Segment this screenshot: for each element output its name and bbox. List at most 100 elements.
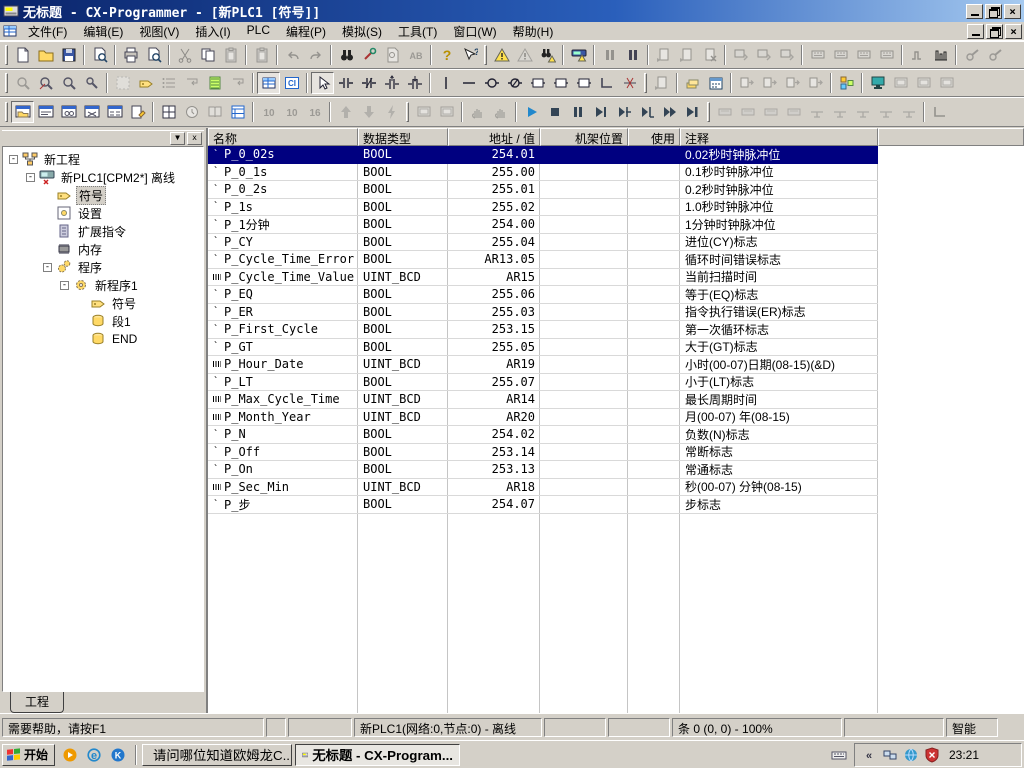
monitor-window-a-button[interactable] bbox=[889, 72, 912, 94]
column-header-3[interactable]: 地址 / 值 bbox=[448, 128, 540, 146]
plc-error-log-button[interactable] bbox=[567, 44, 590, 66]
io-comment-view-button[interactable] bbox=[180, 101, 203, 123]
find-button[interactable] bbox=[335, 44, 358, 66]
menu-insert[interactable]: 插入(I) bbox=[187, 21, 238, 42]
symbol-row-P_Cycle_Time_Error[interactable]: `P_Cycle_Time_ErrorBOOLAR13.05循环时间错误标志 bbox=[208, 251, 878, 269]
contact-no-button[interactable] bbox=[334, 72, 357, 94]
address-ref-window-button[interactable] bbox=[103, 101, 126, 123]
tree-item-plc[interactable]: -新PLC1[CPM2*] 离线 bbox=[3, 168, 203, 186]
coil-button[interactable] bbox=[480, 72, 503, 94]
compare-with-plc-button[interactable] bbox=[781, 72, 804, 94]
split-window-button[interactable] bbox=[157, 101, 180, 123]
tree-item-memory[interactable]: 内存 bbox=[3, 240, 203, 258]
task-button-cx-task[interactable]: 无标题 - CX-Program... bbox=[295, 744, 460, 766]
symbol-row-P_0_02s[interactable]: `P_0_02sBOOL254.010.02秒时钟脉冲位 bbox=[208, 146, 878, 164]
tree-item-section1[interactable]: 段1 bbox=[3, 312, 203, 330]
menu-simulation[interactable]: 模拟(S) bbox=[334, 21, 390, 42]
redo-button[interactable] bbox=[304, 44, 327, 66]
monitor-b-button[interactable] bbox=[752, 44, 775, 66]
copy-button[interactable] bbox=[196, 44, 219, 66]
tool-b-button[interactable] bbox=[983, 44, 1006, 66]
rung-tree-button[interactable] bbox=[226, 72, 249, 94]
symbol-row-P_First_Cycle[interactable]: `P_First_CycleBOOL253.15第一次循环标志 bbox=[208, 321, 878, 339]
symbols-dialog-button[interactable] bbox=[203, 101, 226, 123]
symbol-row-P_GT[interactable]: `P_GTBOOL255.05大于(GT)标志 bbox=[208, 339, 878, 357]
transfer-to-plc-button[interactable] bbox=[652, 44, 675, 66]
monitor-window-b-button[interactable] bbox=[912, 72, 935, 94]
signed-decimal-button[interactable]: 10 bbox=[280, 101, 303, 123]
diff-monitor-4-button[interactable] bbox=[782, 101, 805, 123]
tree-item-ext-instructions[interactable]: 扩展指令 bbox=[3, 222, 203, 240]
quick-launch-k-app[interactable]: K bbox=[106, 744, 130, 766]
monitor-c-button[interactable] bbox=[775, 44, 798, 66]
mdi-close-button[interactable]: × bbox=[1005, 24, 1022, 39]
paste-original-button[interactable] bbox=[250, 44, 273, 66]
zoom-region-button[interactable] bbox=[34, 72, 57, 94]
tray-chevron-left[interactable]: « bbox=[861, 747, 877, 763]
minimize-button[interactable] bbox=[966, 4, 983, 19]
menu-tools[interactable]: 工具(T) bbox=[390, 21, 445, 42]
zoom-button[interactable] bbox=[11, 72, 34, 94]
decimal-button[interactable]: 10 bbox=[257, 101, 280, 123]
vertical-line-button[interactable] bbox=[434, 72, 457, 94]
find-report-button[interactable] bbox=[536, 44, 559, 66]
cross-ref-window-button[interactable] bbox=[80, 101, 103, 123]
zoom-in-button[interactable] bbox=[57, 72, 80, 94]
new-button[interactable] bbox=[11, 44, 34, 66]
io-table-2-button[interactable] bbox=[829, 44, 852, 66]
hexadecimal-button[interactable]: 16 bbox=[303, 101, 326, 123]
column-header-6[interactable]: 注释 bbox=[680, 128, 878, 146]
line-delete-button[interactable] bbox=[618, 72, 641, 94]
force-cancel-button[interactable] bbox=[380, 101, 403, 123]
symbol-row-P_On[interactable]: `P_OnBOOL253.13常通标志 bbox=[208, 461, 878, 479]
start-button[interactable]: 开始 bbox=[2, 744, 55, 766]
toolbar-grip[interactable] bbox=[707, 102, 710, 122]
rung-comment-button[interactable] bbox=[157, 72, 180, 94]
toolbar-grip[interactable] bbox=[5, 102, 8, 122]
monitor-data-dialog-button[interactable] bbox=[226, 101, 249, 123]
symbol-row-P_Max_Cycle_Time[interactable]: P_Max_Cycle_TimeUINT_BCDAR14最长周期时间 bbox=[208, 391, 878, 409]
print-button[interactable] bbox=[119, 44, 142, 66]
trace-mark-2-button[interactable] bbox=[828, 101, 851, 123]
tree-item-program1-symbols[interactable]: 符号 bbox=[3, 294, 203, 312]
step-out-button[interactable] bbox=[635, 101, 658, 123]
quick-launch-ie-browser[interactable]: e bbox=[82, 744, 106, 766]
symbol-row-P_Cycle_Time_Value[interactable]: P_Cycle_Time_ValueUINT_BCDAR15当前扫描时间 bbox=[208, 269, 878, 287]
column-header-4[interactable]: 机架位置 bbox=[540, 128, 628, 146]
compile-plc-program-button[interactable] bbox=[704, 72, 727, 94]
pause-button[interactable] bbox=[566, 101, 589, 123]
tree-item-project[interactable]: -新工程 bbox=[3, 150, 203, 168]
continuous-step-button[interactable] bbox=[658, 101, 681, 123]
tree-item-program1[interactable]: -新程序1 bbox=[3, 276, 203, 294]
instruction-nc-button[interactable] bbox=[572, 72, 595, 94]
compile-all-button[interactable] bbox=[513, 44, 536, 66]
monitor-a-button[interactable] bbox=[729, 44, 752, 66]
io-table-3-button[interactable] bbox=[852, 44, 875, 66]
tool-a-button[interactable] bbox=[960, 44, 983, 66]
step-in-button[interactable] bbox=[612, 101, 635, 123]
menu-view[interactable]: 视图(V) bbox=[131, 21, 187, 42]
trace-mark-4-button[interactable] bbox=[874, 101, 897, 123]
toolbar-grip[interactable] bbox=[5, 73, 8, 93]
workspace-close-button[interactable]: x bbox=[187, 132, 202, 145]
column-header-5[interactable]: 使用 bbox=[628, 128, 680, 146]
symbol-row-P_Hour_Date[interactable]: P_Hour_DateUINT_BCDAR19小时(00-07)日期(08-15… bbox=[208, 356, 878, 374]
upload-button[interactable] bbox=[758, 72, 781, 94]
instruction-button[interactable] bbox=[526, 72, 549, 94]
quick-launch-media-player[interactable] bbox=[58, 744, 82, 766]
run-button[interactable] bbox=[520, 101, 543, 123]
tree-expander-icon[interactable]: - bbox=[26, 173, 35, 182]
partial-transfer-button[interactable] bbox=[804, 72, 827, 94]
substitute-button[interactable]: AB bbox=[404, 44, 427, 66]
restore-button[interactable] bbox=[985, 4, 1002, 19]
time-chart-monitor-button[interactable] bbox=[435, 101, 458, 123]
column-header-2[interactable]: 数据类型 bbox=[358, 128, 448, 146]
trace-mark-3-button[interactable] bbox=[851, 101, 874, 123]
print-preview-page-button[interactable] bbox=[88, 44, 111, 66]
select-mode-button[interactable] bbox=[311, 72, 334, 94]
pause-monitoring-button[interactable] bbox=[598, 44, 621, 66]
symbol-table-button[interactable] bbox=[257, 72, 280, 94]
toolbar-grip[interactable] bbox=[406, 102, 409, 122]
instruction-diff-button[interactable] bbox=[549, 72, 572, 94]
stop-button[interactable] bbox=[543, 101, 566, 123]
